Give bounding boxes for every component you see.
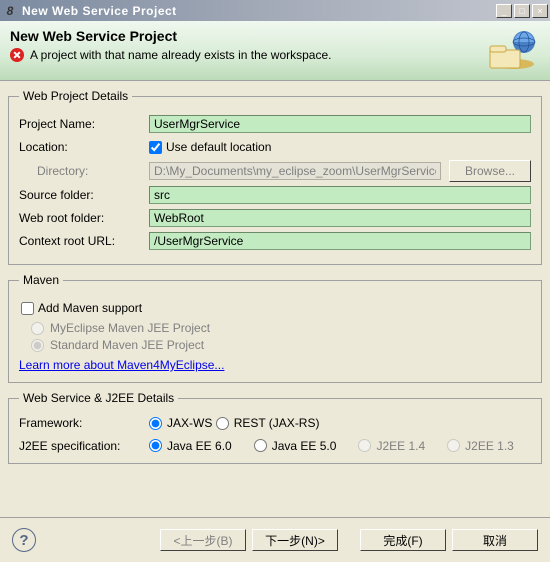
- add-maven-support-checkbox[interactable]: [21, 302, 34, 315]
- window-title: New Web Service Project: [22, 4, 496, 18]
- window-buttons: _ □ ×: [496, 4, 548, 18]
- framework-rest-label: REST (JAX-RS): [234, 416, 320, 430]
- error-icon: [10, 48, 24, 62]
- next-button[interactable]: 下一步(N)>: [252, 529, 338, 551]
- footer: ? <上一步(B) 下一步(N)> 完成(F) 取消: [0, 517, 550, 562]
- use-default-location-checkbox[interactable]: [149, 141, 162, 154]
- use-default-location-label: Use default location: [166, 140, 271, 154]
- maven-learn-more-link[interactable]: Learn more about Maven4MyEclipse...: [19, 358, 224, 372]
- j2ee-14-radio: [358, 439, 371, 452]
- minimize-button[interactable]: _: [496, 4, 512, 18]
- framework-rest-radio[interactable]: [216, 417, 229, 430]
- source-folder-input[interactable]: [149, 186, 531, 204]
- framework-jaxws-label: JAX-WS: [167, 416, 212, 430]
- directory-input: [149, 162, 441, 180]
- j2ee-ee5-radio[interactable]: [254, 439, 267, 452]
- web-project-details-group: Web Project Details Project Name: Locati…: [8, 89, 542, 265]
- myeclipse-maven-radio: [31, 322, 44, 335]
- finish-button[interactable]: 完成(F): [360, 529, 446, 551]
- add-maven-support-label: Add Maven support: [38, 301, 142, 315]
- context-root-label: Context root URL:: [19, 234, 149, 248]
- browse-button: Browse...: [449, 160, 531, 182]
- error-message: A project with that name already exists …: [30, 48, 331, 62]
- cancel-button[interactable]: 取消: [452, 529, 538, 551]
- directory-label: Directory:: [19, 164, 149, 178]
- standard-maven-label: Standard Maven JEE Project: [50, 338, 204, 352]
- ws-legend: Web Service & J2EE Details: [19, 391, 178, 405]
- j2ee-13-label: J2EE 1.3: [465, 439, 514, 453]
- j2ee-ee6-radio[interactable]: [149, 439, 162, 452]
- source-folder-label: Source folder:: [19, 188, 149, 202]
- context-root-input[interactable]: [149, 232, 531, 250]
- web-root-label: Web root folder:: [19, 211, 149, 225]
- app-icon: 8: [2, 3, 18, 19]
- j2ee-ee5-label: Java EE 5.0: [272, 439, 337, 453]
- maven-group: Maven Add Maven support MyEclipse Maven …: [8, 273, 542, 383]
- framework-label: Framework:: [19, 416, 149, 430]
- maven-legend: Maven: [19, 273, 63, 287]
- web-root-input[interactable]: [149, 209, 531, 227]
- project-name-input[interactable]: [149, 115, 531, 133]
- j2ee-spec-label: J2EE specification:: [19, 439, 149, 453]
- j2ee-13-radio: [447, 439, 460, 452]
- j2ee-ee6-label: Java EE 6.0: [167, 439, 232, 453]
- web-service-details-group: Web Service & J2EE Details Framework: JA…: [8, 391, 542, 464]
- myeclipse-maven-label: MyEclipse Maven JEE Project: [50, 321, 210, 335]
- framework-jaxws-radio[interactable]: [149, 417, 162, 430]
- details-legend: Web Project Details: [19, 89, 132, 103]
- back-button: <上一步(B): [160, 529, 246, 551]
- help-icon[interactable]: ?: [12, 528, 36, 552]
- titlebar: 8 New Web Service Project _ □ ×: [0, 0, 550, 21]
- j2ee-14-label: J2EE 1.4: [376, 439, 425, 453]
- location-label: Location:: [19, 140, 149, 154]
- wizard-image-icon: [484, 28, 540, 74]
- banner: New Web Service Project A project with t…: [0, 21, 550, 81]
- standard-maven-radio: [31, 339, 44, 352]
- project-name-label: Project Name:: [19, 117, 149, 131]
- banner-heading: New Web Service Project: [10, 28, 476, 44]
- maximize-button[interactable]: □: [514, 4, 530, 18]
- close-button[interactable]: ×: [532, 4, 548, 18]
